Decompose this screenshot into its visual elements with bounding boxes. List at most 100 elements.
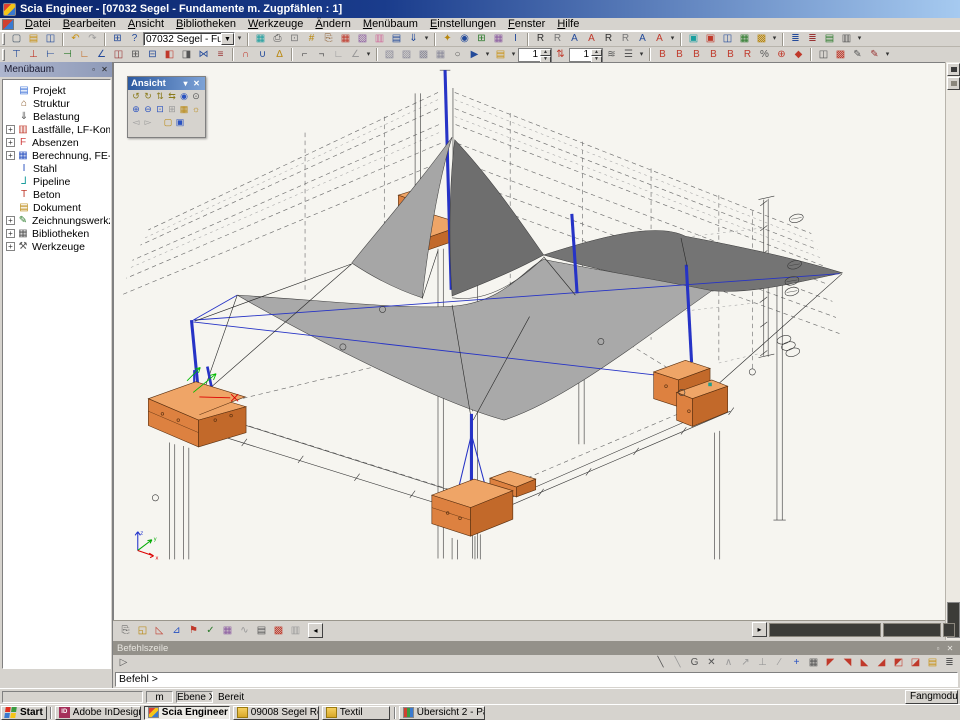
save-project-icon[interactable]: ◫ bbox=[42, 32, 59, 46]
open-layer-icon[interactable]: ▤ bbox=[492, 48, 509, 62]
command-panel-caption[interactable]: Befehlszeile ▫ ✕ bbox=[113, 641, 960, 655]
mdi-document-icon[interactable] bbox=[2, 19, 14, 30]
snap-raster-icon[interactable]: ▦ bbox=[805, 656, 822, 670]
selection-filter-icon[interactable]: ▦ bbox=[337, 32, 354, 46]
insert-beam-icon[interactable]: ⊤ bbox=[8, 48, 25, 62]
sidebar-item-berechnung-fe-netz[interactable]: +▦Berechnung, FE-Netz bbox=[5, 149, 110, 162]
load-list-icon[interactable]: ≣ bbox=[804, 32, 821, 46]
result-group-more-button[interactable]: ▾ bbox=[883, 48, 892, 62]
scroll-page-button[interactable] bbox=[947, 77, 960, 90]
view-preset-1-icon[interactable]: ▣ bbox=[685, 32, 702, 46]
result-chart-icon[interactable]: ▩ bbox=[832, 48, 849, 62]
plane-toggle-icon[interactable]: ☰ bbox=[620, 48, 637, 62]
new-document-icon[interactable]: ▢ bbox=[8, 32, 25, 46]
slider-arrow-icon[interactable]: ▸ bbox=[752, 622, 767, 637]
rotation-slider[interactable] bbox=[769, 623, 881, 637]
volume-tool-icon[interactable]: ◱ bbox=[134, 624, 151, 638]
corner-tool-2-icon[interactable]: ¬ bbox=[313, 48, 330, 62]
pin-icon[interactable]: ▫ bbox=[932, 644, 944, 653]
scale-steps-icon[interactable]: ⇅ bbox=[552, 48, 569, 62]
palette-tool-icon[interactable]: ▦ bbox=[219, 624, 236, 638]
snap-line-2-icon[interactable]: ╲ bbox=[669, 656, 686, 670]
status-unit[interactable]: m bbox=[146, 691, 173, 703]
expand-icon[interactable]: + bbox=[6, 242, 15, 251]
taskbar-button-paint-4[interactable]: Übersicht 2 - Paint bbox=[399, 706, 485, 720]
vertical-scrollbar[interactable] bbox=[945, 62, 960, 640]
snap-mode-button[interactable]: Fangmodu bbox=[905, 690, 958, 704]
close-icon[interactable]: ✕ bbox=[944, 644, 956, 653]
toolbar-grip[interactable] bbox=[2, 49, 5, 61]
scale-triangle-icon[interactable]: ◺ bbox=[151, 624, 168, 638]
taskbar-button-folder-3[interactable]: Textil bbox=[322, 706, 390, 720]
snap-perp-icon[interactable]: ⊥ bbox=[754, 656, 771, 670]
menu-bibliotheken[interactable]: Bibliotheken bbox=[170, 18, 242, 31]
snap-node-icon[interactable]: ∩ bbox=[237, 48, 254, 62]
load-case-1-icon[interactable]: B bbox=[654, 48, 671, 62]
snap-midpoint-icon[interactable]: ◥ bbox=[839, 656, 856, 670]
close-icon[interactable]: ✕ bbox=[191, 79, 202, 88]
sidebar-item-zeichnungswerkzeuge[interactable]: +✎Zeichnungswerkzeuge bbox=[5, 214, 110, 227]
zoom-selection-icon[interactable]: ◉ bbox=[456, 32, 473, 46]
sidebar-item-stahl[interactable]: IStahl bbox=[5, 162, 110, 175]
corner-tool-4-icon[interactable]: ∠ bbox=[347, 48, 364, 62]
view-preset-5-icon[interactable]: ▩ bbox=[753, 32, 770, 46]
doc-list-icon[interactable]: ▤ bbox=[821, 32, 838, 46]
expand-icon[interactable]: + bbox=[6, 125, 15, 134]
view-palette-caption[interactable]: Ansicht ▾ ✕ bbox=[128, 77, 205, 90]
folder-group-more-button[interactable]: ▾ bbox=[509, 48, 518, 62]
rotate-left-icon[interactable]: ↺ bbox=[130, 90, 142, 103]
page-layout-icon[interactable]: ▥ bbox=[371, 32, 388, 46]
load-diamond-icon[interactable]: ◆ bbox=[790, 48, 807, 62]
grid-settings-icon[interactable]: ⊞ bbox=[473, 32, 490, 46]
chevron-down-icon[interactable]: ▼ bbox=[221, 33, 234, 45]
combo-more-button[interactable]: ▾ bbox=[235, 32, 244, 46]
wireframe-mode-icon[interactable]: ▢ bbox=[162, 116, 174, 129]
spinner-up-icon[interactable]: ▲ bbox=[540, 49, 551, 56]
collapse-left-icon[interactable]: ◂ bbox=[308, 623, 323, 638]
scroll-up-button[interactable] bbox=[947, 63, 960, 76]
toolbar-grip[interactable] bbox=[2, 33, 5, 45]
zoom-in-icon[interactable]: ⊕ bbox=[130, 103, 142, 116]
sidebar-item-belastung[interactable]: ⇓Belastung bbox=[5, 110, 110, 123]
sidebar-item-struktur[interactable]: ⌂Struktur bbox=[5, 97, 110, 110]
view-axo-icon[interactable]: ◉ bbox=[178, 90, 190, 103]
move-copy-3-icon[interactable]: ▩ bbox=[415, 48, 432, 62]
expand-icon[interactable]: + bbox=[6, 138, 15, 147]
insert-plate-icon[interactable]: ⊢ bbox=[42, 48, 59, 62]
render-mode-8-icon[interactable]: A bbox=[651, 32, 668, 46]
print-icon[interactable]: ⎙ bbox=[269, 32, 286, 46]
taskbar-button-indesign-0[interactable]: IDAdobe InDesign C... bbox=[55, 706, 141, 720]
menu-menuebaum[interactable]: Menübaum bbox=[357, 18, 424, 31]
grid-spinner[interactable]: 1 ▲▼ bbox=[569, 48, 603, 62]
mesh-toggle-icon[interactable]: ∿ bbox=[236, 624, 253, 638]
expand-icon[interactable]: + bbox=[6, 229, 15, 238]
project-combobox[interactable]: 07032 Segel - Fundan ▼ bbox=[143, 32, 235, 46]
close-icon[interactable]: ✕ bbox=[99, 64, 110, 75]
start-button[interactable]: Start bbox=[1, 706, 47, 720]
next-view-icon[interactable]: ▻ bbox=[142, 116, 154, 129]
move-copy-1-icon[interactable]: ▧ bbox=[381, 48, 398, 62]
insert-node-icon[interactable]: ∠ bbox=[93, 48, 110, 62]
load-case-2-icon[interactable]: B bbox=[671, 48, 688, 62]
connect-members-icon[interactable]: ⋈ bbox=[195, 48, 212, 62]
menu-hilfe[interactable]: Hilfe bbox=[551, 18, 585, 31]
snap-center-icon[interactable]: ◪ bbox=[907, 656, 924, 670]
help-icon[interactable]: ? bbox=[126, 32, 143, 46]
menu-bearbeiten[interactable]: Bearbeiten bbox=[57, 18, 122, 31]
table-list-icon[interactable]: ▥ bbox=[838, 32, 855, 46]
axis-toggle-icon[interactable]: ≋ bbox=[603, 48, 620, 62]
menu-aendern[interactable]: Ändern bbox=[309, 18, 356, 31]
insert-hinge-icon[interactable]: ⊞ bbox=[127, 48, 144, 62]
insert-opening-icon[interactable]: ∟ bbox=[76, 48, 93, 62]
previous-view-icon[interactable]: ◅ bbox=[130, 116, 142, 129]
zoom-slider[interactable] bbox=[883, 623, 941, 637]
point-tool-icon[interactable]: ○ bbox=[449, 48, 466, 62]
taskbar-button-scia-1[interactable]: Scia Engineer - [... bbox=[144, 706, 230, 720]
sidebar-item-beton[interactable]: TBeton bbox=[5, 188, 110, 201]
zoom-window-icon[interactable]: ⊡ bbox=[154, 103, 166, 116]
insert-rib-icon[interactable]: ◨ bbox=[178, 48, 195, 62]
menu-fenster[interactable]: Fenster bbox=[502, 18, 551, 31]
move-copy-4-icon[interactable]: ▦ bbox=[432, 48, 449, 62]
label-check-icon[interactable]: ✓ bbox=[202, 624, 219, 638]
calculator-icon[interactable]: # bbox=[303, 32, 320, 46]
